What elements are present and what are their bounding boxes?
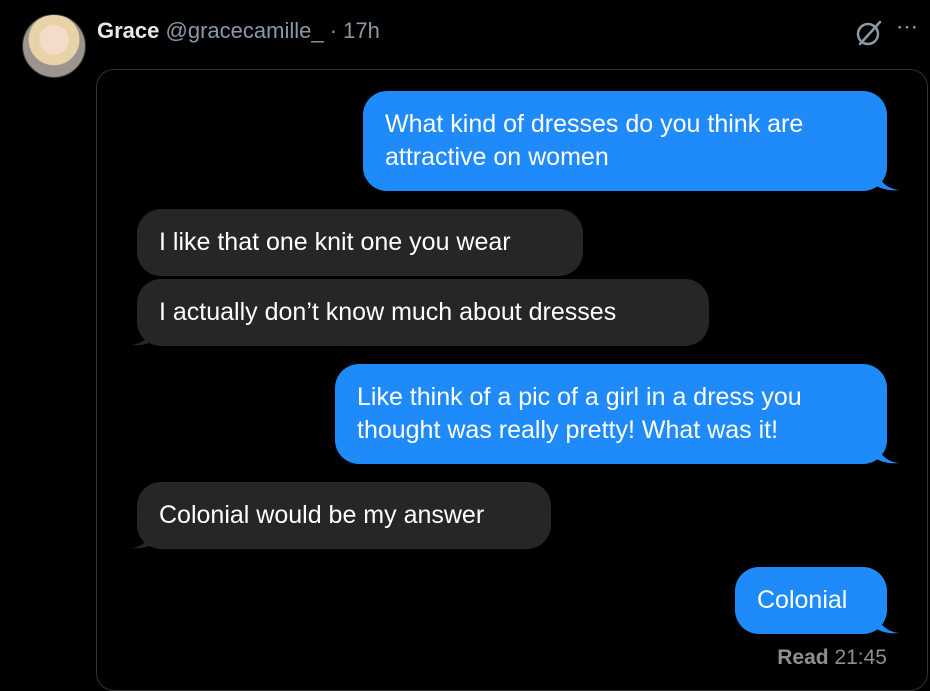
avatar[interactable]	[22, 14, 86, 78]
read-receipt: Read 21:45	[777, 646, 887, 670]
message-bubble-outgoing: Like think of a pic of a girl in a dress…	[335, 364, 887, 464]
message-text: I like that one knit one you wear	[159, 228, 511, 256]
message-bubble-outgoing: What kind of dresses do you think are at…	[363, 91, 887, 191]
screenshot-image[interactable]: What kind of dresses do you think are at…	[96, 69, 928, 691]
message-text: Like think of a pic of a girl in a dress…	[357, 381, 802, 447]
bubble-tail	[131, 527, 155, 549]
message-text: I actually don’t know much about dresses	[159, 298, 617, 326]
message-text: Colonial	[757, 586, 848, 614]
message-text: Colonial would be my answer	[159, 501, 485, 529]
author-handle[interactable]: @gracecamille_	[166, 18, 324, 43]
bubble-tail	[131, 324, 155, 346]
grok-slash-circle-icon[interactable]	[854, 18, 884, 48]
message-bubble-incoming: I actually don’t know much about dresses	[137, 279, 709, 346]
bubble-tail	[875, 612, 899, 634]
bubble-tail	[875, 169, 899, 191]
tweet-time[interactable]: · 17h	[330, 18, 380, 43]
author-name[interactable]: Grace	[97, 18, 159, 43]
more-horizontal-icon[interactable]: ⋯	[896, 14, 919, 40]
message-line: What kind of dresses do you think are	[385, 110, 804, 138]
message-line: Like think of a pic of a girl in a dress…	[357, 383, 802, 411]
message-bubble-outgoing: Colonial	[735, 567, 887, 634]
message-text: What kind of dresses do you think are at…	[385, 108, 803, 174]
message-line: attractive on women	[385, 143, 609, 171]
bubble-tail	[875, 442, 899, 464]
read-label: Read	[777, 646, 829, 669]
message-bubble-incoming: Colonial would be my answer	[137, 482, 551, 549]
message-bubble-incoming: I like that one knit one you wear	[137, 209, 583, 276]
message-line: thought was really pretty! What was it!	[357, 416, 779, 444]
tweet-header: Grace @gracecamille_ · 17h	[97, 18, 380, 44]
read-time: 21:45	[834, 646, 887, 669]
